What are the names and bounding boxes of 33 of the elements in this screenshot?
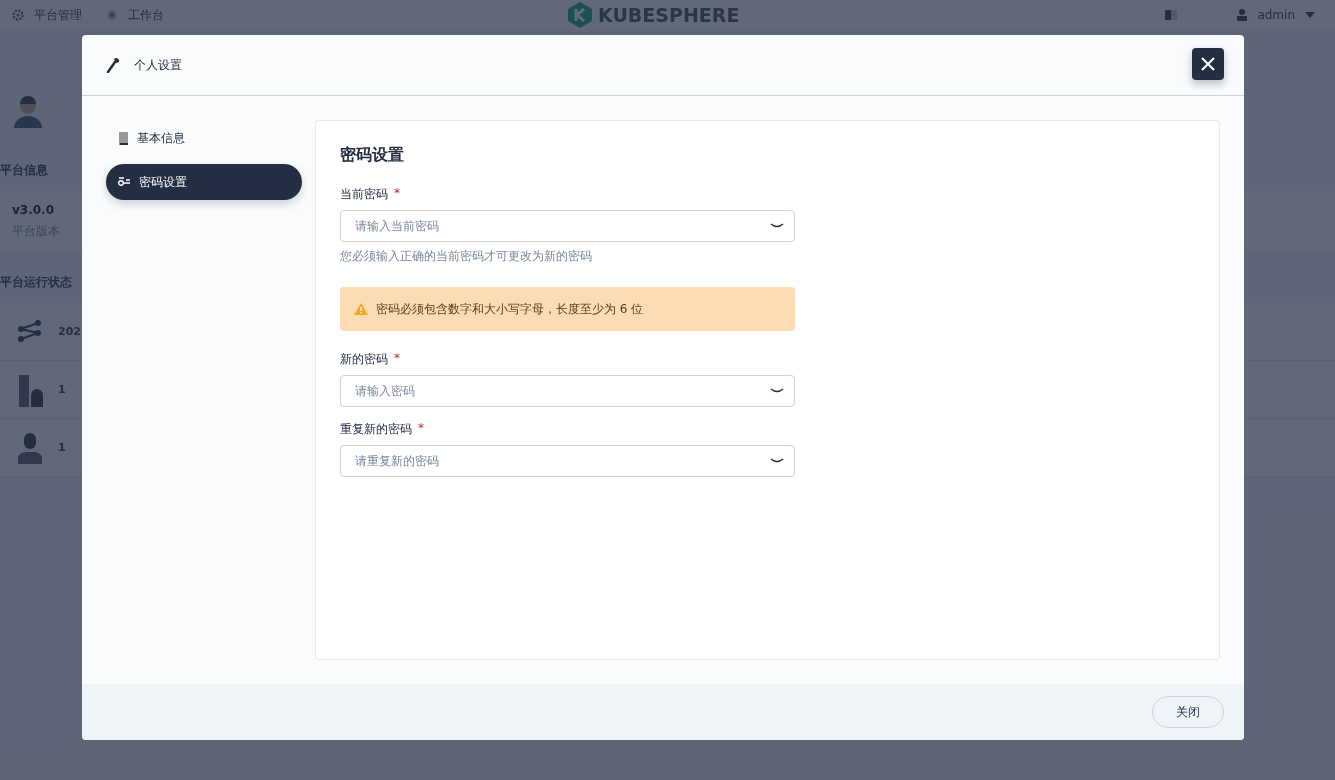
required-mark: *: [394, 186, 400, 202]
close-icon[interactable]: [1201, 57, 1215, 71]
form-title: 密码设置: [340, 145, 405, 166]
password-field[interactable]: 请输入当前密码: [340, 210, 795, 242]
password-input[interactable]: 请输入当前密码: [353, 218, 770, 234]
field-label: 当前密码: [340, 186, 388, 203]
dialog-title: 个人设置: [134, 56, 182, 74]
required-mark: *: [394, 351, 400, 367]
warning-icon: [354, 303, 368, 315]
document-icon: [118, 131, 129, 145]
stat-value: 1: [58, 441, 66, 454]
section-title: 平台信息: [0, 162, 48, 179]
stat-value: 1: [58, 383, 66, 396]
eye-closed-icon[interactable]: [770, 223, 784, 229]
section-title: 平台运行状态: [0, 274, 72, 291]
eye-closed-icon[interactable]: [770, 388, 784, 394]
stat-value: 202: [58, 325, 81, 338]
field-hint: 您必须输入正确的当前密码才可更改为新的密码: [340, 248, 593, 265]
password-input[interactable]: 请输入密码: [353, 383, 770, 399]
menu-item[interactable]: 基本信息: [106, 120, 302, 156]
password-field[interactable]: 请重复新的密码: [340, 445, 795, 477]
close-button[interactable]: [1192, 48, 1224, 80]
eye-closed-icon[interactable]: [770, 458, 784, 464]
password-field[interactable]: 请输入密码: [340, 375, 795, 407]
password-input[interactable]: 请重复新的密码: [353, 453, 770, 469]
key-icon: [118, 177, 131, 187]
field-label: 重复新的密码: [340, 421, 412, 438]
wrench-icon: [106, 57, 120, 73]
version-value: v3.0.0: [12, 203, 55, 217]
field-label: 新的密码: [340, 351, 388, 368]
required-mark: *: [418, 421, 424, 437]
warning-alert: 密码必须包含数字和大小写字母，长度至少为 6 位: [340, 287, 795, 331]
menu-item[interactable]: 密码设置: [106, 164, 302, 200]
